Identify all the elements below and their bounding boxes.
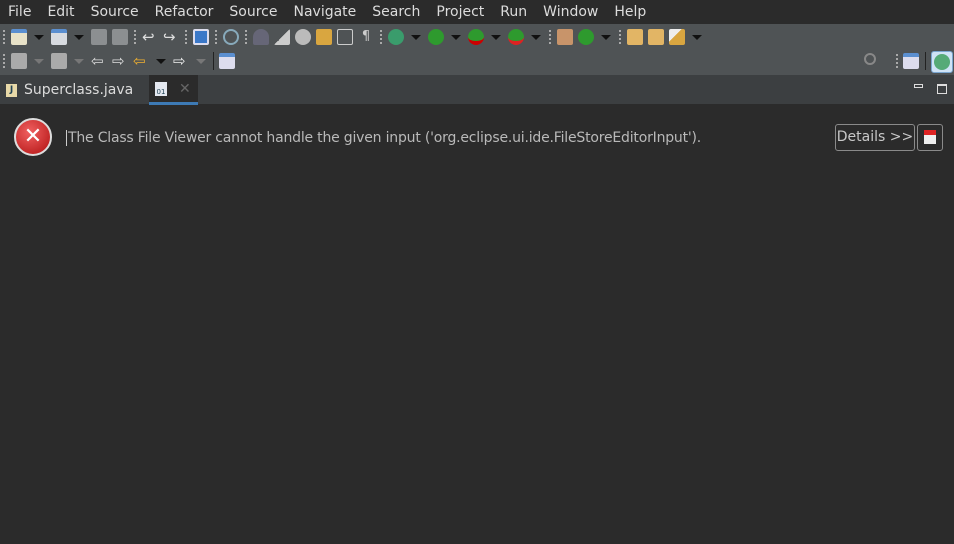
menu-file[interactable]: File xyxy=(0,0,39,24)
error-log-button[interactable] xyxy=(917,124,943,151)
new-class-dropdown[interactable] xyxy=(601,34,611,40)
new-package-icon[interactable] xyxy=(51,29,67,45)
skip-breakpoints-icon[interactable] xyxy=(223,29,239,45)
next-annotation-dropdown[interactable] xyxy=(34,58,44,64)
separator xyxy=(619,30,621,44)
maximize-icon[interactable] xyxy=(937,84,947,94)
last-edit-icon[interactable]: ⇦ xyxy=(91,53,107,69)
forward-icon[interactable]: ⇨ xyxy=(173,53,189,69)
highlight-icon[interactable] xyxy=(274,29,290,45)
menu-project[interactable]: Project xyxy=(428,0,492,24)
menu-refactor[interactable]: Refactor xyxy=(147,0,222,24)
back-dropdown[interactable] xyxy=(156,58,166,64)
run-icon[interactable] xyxy=(428,29,444,45)
tab-label: Superclass.java xyxy=(24,82,134,98)
close-tab-icon[interactable]: ✕ xyxy=(179,81,191,97)
error-icon: ✕ xyxy=(14,118,52,156)
main-toolbar: ↩ ↪ ¶ ⇦ ⇨ ⇦ ⇨ xyxy=(0,24,954,75)
undo-icon[interactable]: ↩ xyxy=(142,29,158,45)
java-perspective-button[interactable] xyxy=(931,51,953,73)
open-folder-icon[interactable] xyxy=(627,29,643,45)
menu-window[interactable]: Window xyxy=(535,0,606,24)
new-dropdown[interactable] xyxy=(34,34,44,40)
redo-icon[interactable]: ↪ xyxy=(163,29,179,45)
new-package-dropdown[interactable] xyxy=(74,34,84,40)
menu-help[interactable]: Help xyxy=(606,0,654,24)
open-type-icon[interactable] xyxy=(253,29,269,45)
error-message: The Class File Viewer cannot handle the … xyxy=(66,130,702,146)
word-wrap-icon[interactable] xyxy=(316,29,332,45)
previous-annotation-icon[interactable] xyxy=(51,53,67,69)
brush-icon[interactable] xyxy=(669,29,685,45)
new-class-icon[interactable] xyxy=(578,29,594,45)
separator xyxy=(213,52,214,70)
terminal-icon[interactable] xyxy=(193,29,209,45)
coverage-dropdown[interactable] xyxy=(491,34,501,40)
open-project-icon[interactable] xyxy=(648,29,664,45)
new-icon[interactable] xyxy=(11,29,27,45)
separator xyxy=(925,52,926,70)
java-perspective-icon xyxy=(934,54,950,70)
menu-run[interactable]: Run xyxy=(492,0,535,24)
toolbar-grip[interactable] xyxy=(3,54,5,68)
external-tools-dropdown[interactable] xyxy=(531,34,541,40)
toolbar-row-2: ⇦ ⇨ ⇦ ⇨ xyxy=(2,49,235,73)
details-button[interactable]: Details >> xyxy=(835,124,915,151)
toolbar-grip xyxy=(896,54,898,68)
menu-search[interactable]: Search xyxy=(364,0,428,24)
save-all-icon[interactable] xyxy=(112,29,128,45)
back-icon[interactable]: ⇦ xyxy=(133,53,149,69)
open-perspective-icon[interactable] xyxy=(903,53,919,69)
separator xyxy=(380,30,382,44)
forward-edit-icon[interactable]: ⇨ xyxy=(112,53,128,69)
class-file-icon: 01 xyxy=(155,81,167,96)
show-whitespace-icon[interactable]: ¶ xyxy=(358,29,374,45)
menu-bar: File Edit Source Refactor Source Navigat… xyxy=(0,0,954,24)
pin-editor-icon[interactable] xyxy=(219,53,235,69)
separator xyxy=(245,30,247,44)
coverage-icon[interactable] xyxy=(468,29,484,45)
minimize-icon[interactable] xyxy=(914,84,923,88)
separator xyxy=(215,30,217,44)
separator xyxy=(185,30,187,44)
class-file-viewer: ✕ The Class File Viewer cannot handle th… xyxy=(0,105,954,544)
separator xyxy=(549,30,551,44)
toolbar-grip[interactable] xyxy=(3,30,5,44)
brush-dropdown[interactable] xyxy=(692,34,702,40)
new-module-icon[interactable] xyxy=(557,29,573,45)
java-file-icon: J xyxy=(6,83,17,97)
error-log-icon xyxy=(924,130,936,144)
debug-icon[interactable] xyxy=(388,29,404,45)
separator xyxy=(134,30,136,44)
debug-dropdown[interactable] xyxy=(411,34,421,40)
next-annotation-icon[interactable] xyxy=(11,53,27,69)
editor-tab-bar: J Superclass.java 01 ✕ xyxy=(0,75,954,105)
occurrences-icon[interactable] xyxy=(295,29,311,45)
tab-class-file[interactable]: 01 ✕ xyxy=(149,75,198,105)
menu-navigate[interactable]: Navigate xyxy=(285,0,364,24)
search-icon[interactable] xyxy=(864,53,876,65)
forward-dropdown[interactable] xyxy=(196,58,206,64)
menu-source-2[interactable]: Source xyxy=(221,0,285,24)
tab-superclass-java[interactable]: J Superclass.java xyxy=(6,75,133,105)
toolbar-row-1: ↩ ↪ ¶ xyxy=(2,25,704,49)
menu-edit[interactable]: Edit xyxy=(39,0,82,24)
run-dropdown[interactable] xyxy=(451,34,461,40)
save-icon[interactable] xyxy=(91,29,107,45)
external-tools-icon[interactable] xyxy=(508,29,524,45)
menu-source[interactable]: Source xyxy=(83,0,147,24)
previous-annotation-dropdown[interactable] xyxy=(74,58,84,64)
block-select-icon[interactable] xyxy=(337,29,353,45)
